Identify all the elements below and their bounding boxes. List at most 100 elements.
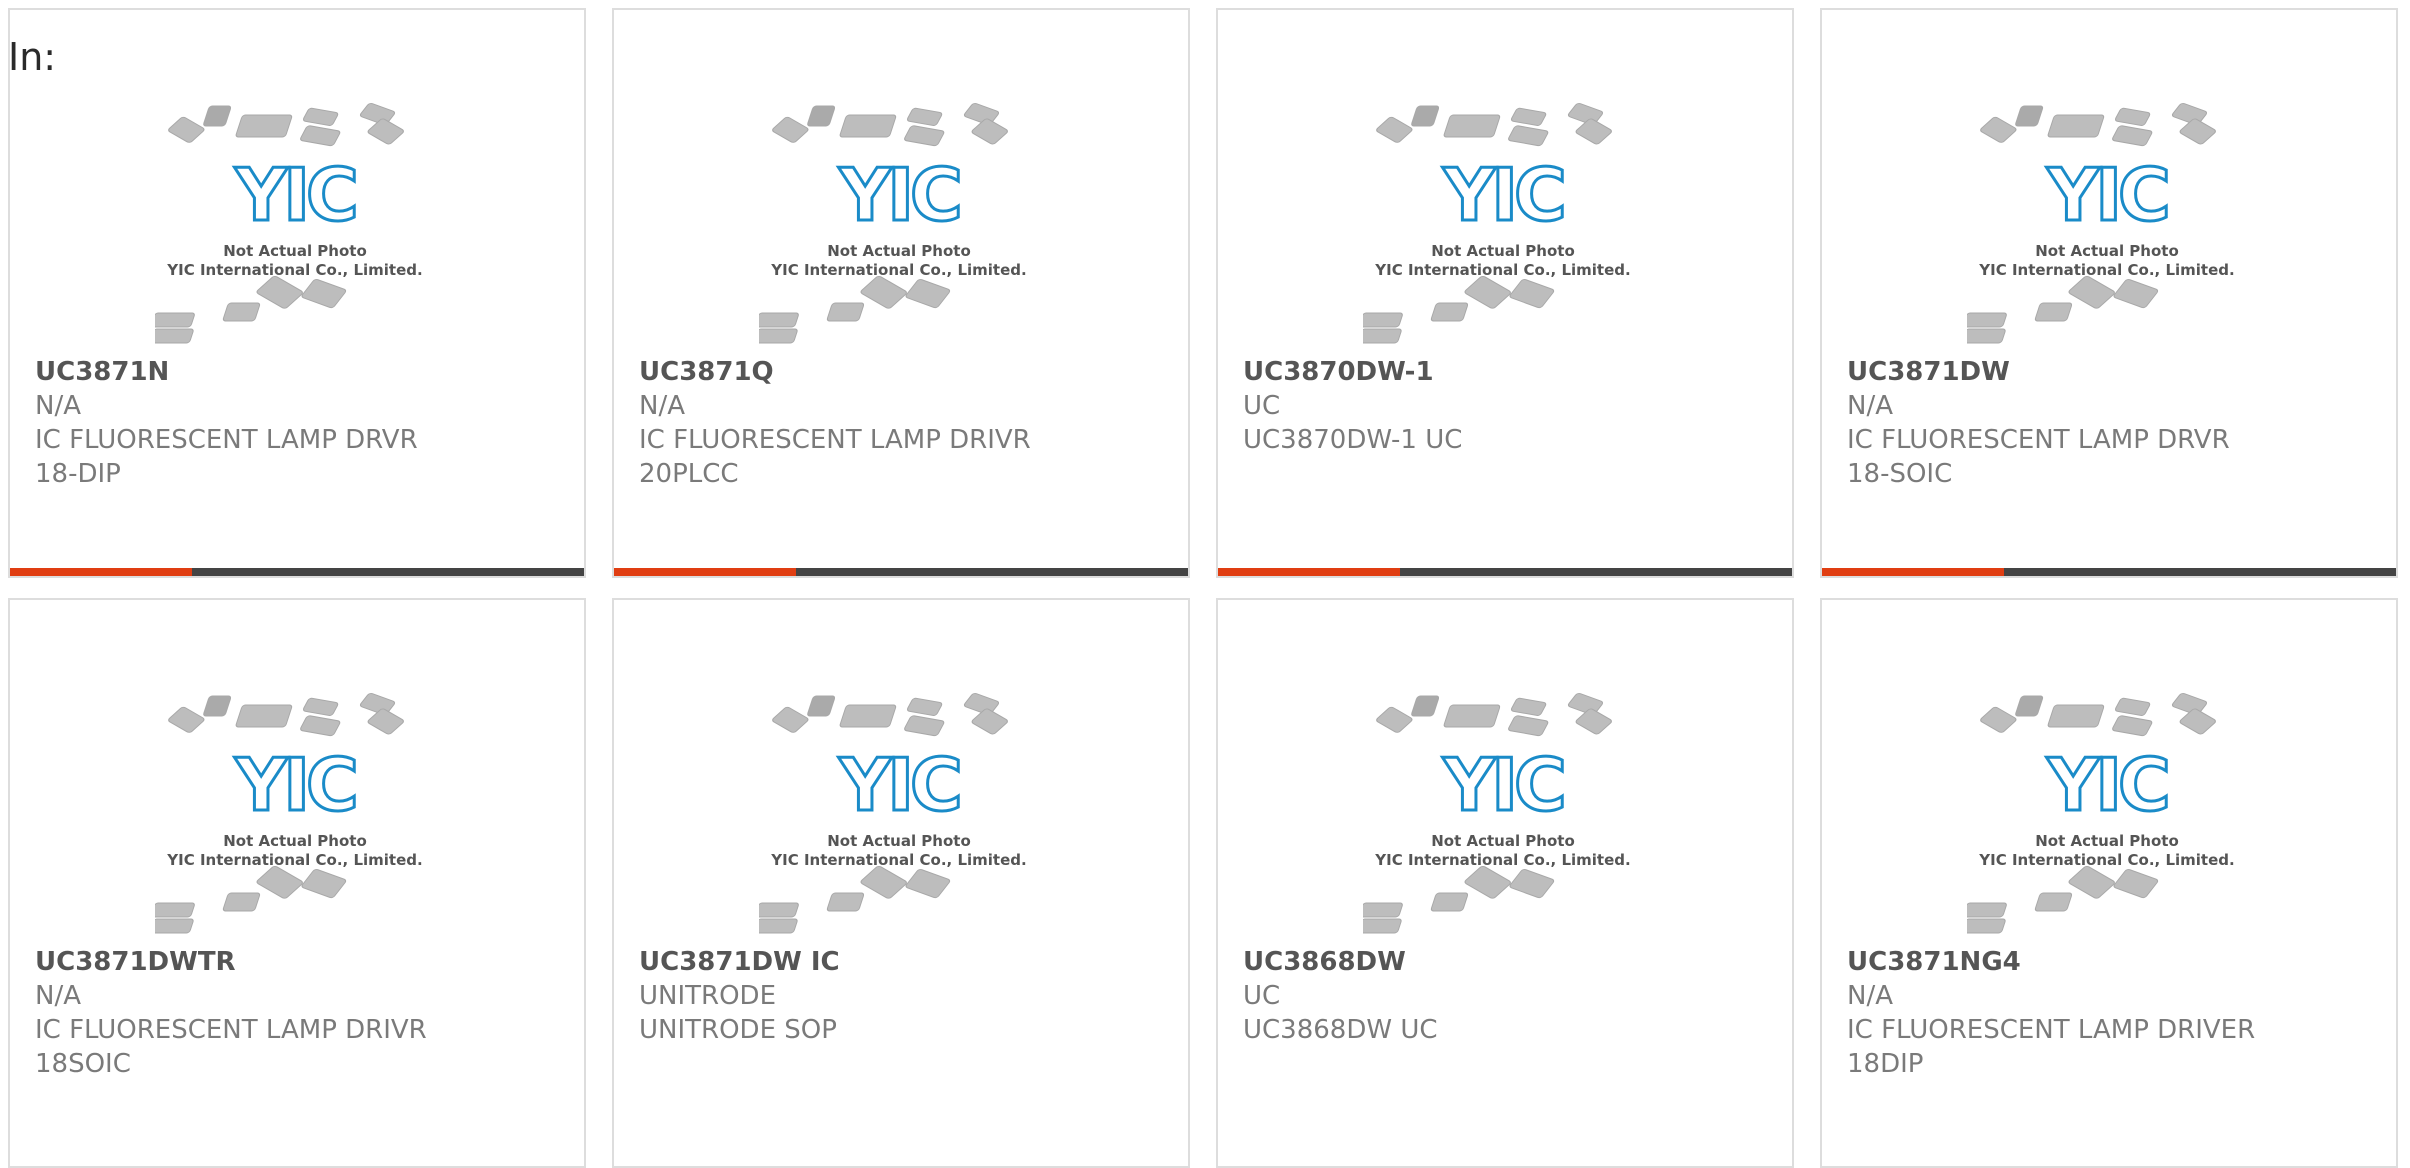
chip-icon: [302, 107, 339, 126]
yic-logo: YIC: [838, 153, 959, 237]
photo-caption-company: YIC International Co., Limited.: [1374, 261, 1630, 279]
not-actual-photo-image: YIC Not Actual Photo YIC International Co.…: [717, 98, 1039, 348]
filter-label: In:: [8, 35, 57, 79]
chip-icon: [1376, 116, 1413, 143]
photo-caption: Not Actual Photo: [827, 832, 971, 850]
product-card[interactable]: YIC Not Actual Photo YIC International Co.…: [1216, 598, 1794, 1168]
chip-icon: [2068, 275, 2115, 309]
card-bottom-bar: [10, 568, 584, 576]
chip-icon: [2068, 865, 2115, 899]
chip-icon: [971, 708, 1008, 735]
product-info: UC3870DW-1 UC UC3870DW-1 UC: [1243, 355, 1462, 457]
yic-logo: YIC: [1442, 743, 1563, 827]
product-part-number[interactable]: UC3871DW IC: [639, 945, 840, 979]
chip-icon: [2015, 105, 2044, 127]
chip-icon: [839, 114, 897, 138]
chip-icon: [754, 902, 799, 918]
chip-icon: [301, 278, 347, 309]
not-actual-photo-image: YIC Not Actual Photo YIC International Co.…: [113, 98, 435, 348]
chip-icon: [168, 706, 205, 733]
yic-logo: YIC: [2046, 153, 2167, 237]
chip-icon: [904, 715, 945, 737]
chip-icon: [1961, 918, 2006, 934]
chip-icon: [367, 708, 404, 735]
not-actual-photo-image: YIC Not Actual Photo YIC International Co.…: [717, 688, 1039, 938]
chip-icon: [256, 275, 303, 309]
product-card[interactable]: YIC Not Actual Photo YIC International Co.…: [8, 8, 586, 578]
product-card[interactable]: YIC Not Actual Photo YIC International Co.…: [1820, 8, 2398, 578]
product-info: UC3868DW UC UC3868DW UC: [1243, 945, 1438, 1047]
card-accent: [10, 568, 192, 576]
product-description: IC FLUORESCENT LAMP DRVR: [1847, 425, 2230, 455]
product-card[interactable]: YIC Not Actual Photo YIC International Co.…: [1216, 8, 1794, 578]
product-description: UC3870DW-1 UC: [1243, 425, 1463, 455]
product-manufacturer: UC: [1243, 391, 1281, 421]
chip-icon: [2114, 107, 2151, 126]
chip-icon: [150, 312, 195, 328]
photo-caption-company: YIC International Co., Limited.: [1374, 851, 1630, 869]
chip-icon: [1443, 114, 1501, 138]
chip-icon: [1430, 302, 1469, 322]
chip-icon: [149, 328, 194, 344]
product-manufacturer: UNITRODE: [639, 981, 777, 1011]
chip-icon: [1411, 695, 1440, 717]
product-card[interactable]: YIC Not Actual Photo YIC International Co.…: [612, 8, 1190, 578]
yic-logo: YIC: [2046, 743, 2167, 827]
chip-icon: [839, 704, 897, 728]
chip-icon: [1509, 868, 1555, 899]
chip-icon: [2047, 704, 2105, 728]
product-part-number[interactable]: UC3871Q: [639, 355, 1031, 389]
chip-icon: [2034, 892, 2073, 912]
card-accent: [614, 568, 796, 576]
photo-caption: Not Actual Photo: [2035, 242, 2179, 260]
yic-logo: YIC: [1442, 153, 1563, 237]
chip-icon: [2047, 114, 2105, 138]
photo-caption-company: YIC International Co., Limited.: [1978, 851, 2234, 869]
chip-icon: [222, 892, 261, 912]
chip-icon: [905, 868, 951, 899]
chip-icon: [754, 312, 799, 328]
chip-icon: [300, 715, 341, 737]
product-manufacturer: N/A: [35, 981, 81, 1011]
product-part-number[interactable]: UC3871NG4: [1847, 945, 2255, 979]
chip-icon: [367, 118, 404, 145]
product-package: 20PLCC: [639, 459, 739, 489]
chip-icon: [753, 328, 798, 344]
photo-caption: Not Actual Photo: [223, 832, 367, 850]
chip-icon: [2015, 695, 2044, 717]
product-card[interactable]: YIC Not Actual Photo YIC International Co.…: [1820, 598, 2398, 1168]
product-manufacturer: N/A: [639, 391, 685, 421]
chip-icon: [1510, 107, 1547, 126]
chip-icon: [2112, 715, 2153, 737]
product-part-number[interactable]: UC3871DWTR: [35, 945, 427, 979]
chip-icon: [1411, 105, 1440, 127]
chip-icon: [150, 902, 195, 918]
product-package: 18DIP: [1847, 1049, 1924, 1079]
chip-icon: [2113, 278, 2159, 309]
chip-icon: [1508, 715, 1549, 737]
chip-icon: [1464, 275, 1511, 309]
chip-icon: [1575, 118, 1612, 145]
product-info: UC3871DW IC UNITRODE UNITRODE SOP: [639, 945, 840, 1047]
product-manufacturer: N/A: [35, 391, 81, 421]
product-manufacturer: N/A: [1847, 981, 1893, 1011]
product-card[interactable]: YIC Not Actual Photo YIC International Co.…: [612, 598, 1190, 1168]
product-part-number[interactable]: UC3868DW: [1243, 945, 1438, 979]
product-manufacturer: UC: [1243, 981, 1281, 1011]
product-description: UC3868DW UC: [1243, 1015, 1438, 1045]
not-actual-photo-image: YIC Not Actual Photo YIC International Co.…: [1925, 98, 2247, 348]
product-info: UC3871DW N/A IC FLUORESCENT LAMP DRVR 18…: [1847, 355, 2230, 491]
chip-icon: [2113, 868, 2159, 899]
chip-icon: [1962, 312, 2007, 328]
photo-caption: Not Actual Photo: [1431, 242, 1575, 260]
product-card[interactable]: YIC Not Actual Photo YIC International Co.…: [8, 598, 586, 1168]
photo-caption: Not Actual Photo: [223, 242, 367, 260]
product-part-number[interactable]: UC3871N: [35, 355, 418, 389]
product-part-number[interactable]: UC3870DW-1: [1243, 355, 1462, 389]
chip-icon: [772, 116, 809, 143]
photo-caption: Not Actual Photo: [827, 242, 971, 260]
chip-icon: [1962, 902, 2007, 918]
product-info: UC3871N N/A IC FLUORESCENT LAMP DRVR 18-…: [35, 355, 418, 491]
chip-icon: [1980, 706, 2017, 733]
product-part-number[interactable]: UC3871DW: [1847, 355, 2230, 389]
